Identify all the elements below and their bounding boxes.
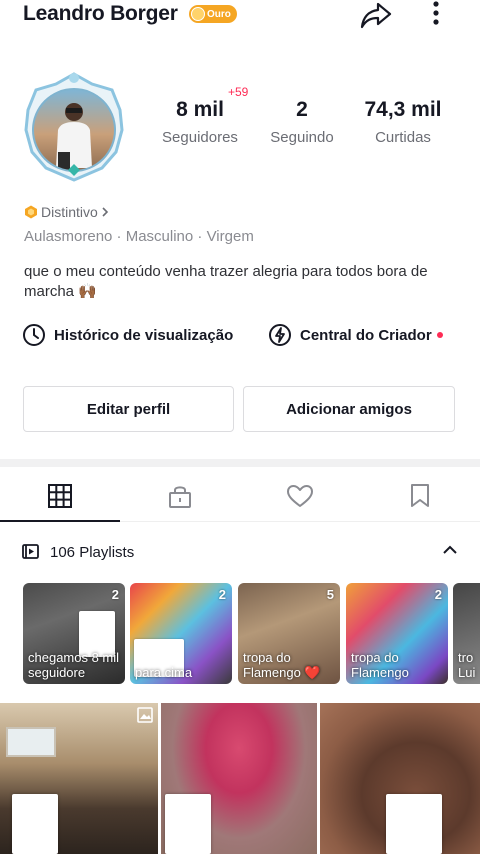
likes-stat[interactable]: 74,3 mil Curtidas xyxy=(358,98,448,146)
tab-saved[interactable] xyxy=(360,470,480,522)
new-followers-badge: +59 xyxy=(228,85,249,99)
edit-profile-button[interactable]: Editar perfil xyxy=(23,386,234,432)
profile-avatar[interactable] xyxy=(22,68,126,184)
badge-label: Ouro xyxy=(207,8,231,20)
playlist-title: tropa do Flamengo xyxy=(351,650,409,680)
more-options-button[interactable] xyxy=(424,0,448,30)
top-bar: Leandro Borger Ouro xyxy=(0,0,480,30)
playlist-video-count: 2 xyxy=(218,587,226,602)
creator-center-link[interactable]: Central do Criador xyxy=(268,323,443,347)
screenshot-thumbnail xyxy=(12,794,58,854)
add-friends-button[interactable]: Adicionar amigos xyxy=(243,386,455,432)
playlist-card[interactable]: 2 chegamos 8 mil seguidore xyxy=(23,583,125,684)
screenshot-thumbnail xyxy=(386,794,442,854)
profile-bio: que o meu conteúdo venha trazer alegria … xyxy=(24,263,428,300)
creator-center-label: Central do Criador xyxy=(300,326,432,344)
playlists-count-label: 106 Playlists xyxy=(50,543,135,561)
tab-private[interactable] xyxy=(120,470,240,522)
chevron-right-icon xyxy=(102,207,108,217)
distinct-label: Distintivo xyxy=(41,204,98,220)
tab-liked[interactable] xyxy=(240,470,360,522)
active-tab-indicator xyxy=(0,520,120,522)
playlist-card[interactable]: 2 para cima xyxy=(130,583,232,684)
avatar-frame-icon xyxy=(24,72,124,182)
chevron-up-icon[interactable] xyxy=(442,542,458,558)
likes-count: 74,3 mil xyxy=(364,98,442,121)
playlist-video-count: 5 xyxy=(326,587,334,602)
share-icon xyxy=(360,2,392,29)
watch-history-label: Histórico de visualização xyxy=(54,326,234,344)
video-thumbnail[interactable] xyxy=(0,703,158,854)
video-thumbnail[interactable] xyxy=(161,703,317,854)
video-thumbnail[interactable] xyxy=(320,703,480,854)
lightning-icon xyxy=(269,324,291,346)
screenshot-thumbnail xyxy=(165,794,211,854)
watch-history-link[interactable]: Histórico de visualização xyxy=(22,323,233,347)
followers-stat[interactable]: 8 mil Seguidores xyxy=(156,98,244,146)
profile-username: Leandro Borger xyxy=(23,2,178,25)
tab-videos[interactable] xyxy=(0,470,120,522)
likes-label: Curtidas xyxy=(375,129,431,146)
lock-icon xyxy=(169,486,191,508)
followers-label: Seguidores xyxy=(162,129,238,146)
more-vertical-icon xyxy=(433,1,439,25)
playlist-title: tropa do Flamengo ❤️ xyxy=(243,650,321,680)
playlist-card[interactable]: 5 tropa do Flamengo ❤️ xyxy=(238,583,340,684)
clock-icon xyxy=(23,324,45,346)
playlist-title: tro Lui xyxy=(458,650,476,680)
share-profile-button[interactable] xyxy=(359,0,393,30)
playlist-title: para cima xyxy=(135,665,193,680)
following-stat[interactable]: 2 Seguindo xyxy=(262,98,342,146)
distinct-badge-link[interactable]: Distintivo xyxy=(24,204,109,220)
playlist-card[interactable]: 2 tropa do Flamengo xyxy=(346,583,448,684)
playlist-video-count: 2 xyxy=(434,587,442,602)
window-shape xyxy=(6,727,56,757)
followers-count: 8 mil xyxy=(176,98,224,121)
bookmark-icon xyxy=(411,484,429,507)
heart-icon xyxy=(287,485,313,507)
following-count: 2 xyxy=(296,98,308,121)
playlist-video-count: 2 xyxy=(111,587,119,602)
hexagon-badge-icon xyxy=(25,205,37,219)
grid-icon xyxy=(48,484,72,508)
section-divider xyxy=(0,459,480,467)
playlists-header[interactable]: 106 Playlists xyxy=(22,540,458,564)
photo-icon xyxy=(137,707,153,723)
profile-meta: Aulasmoreno · Masculino · Virgem xyxy=(24,228,254,245)
content-tabs xyxy=(0,470,480,522)
coin-icon xyxy=(191,7,205,21)
following-label: Seguindo xyxy=(270,129,334,146)
notification-dot xyxy=(436,332,443,338)
gold-badge[interactable]: Ouro xyxy=(189,5,237,23)
playlist-card[interactable]: tro Lui xyxy=(453,583,480,684)
playlist-icon xyxy=(22,544,39,559)
playlist-title: chegamos 8 mil seguidore xyxy=(28,650,120,680)
